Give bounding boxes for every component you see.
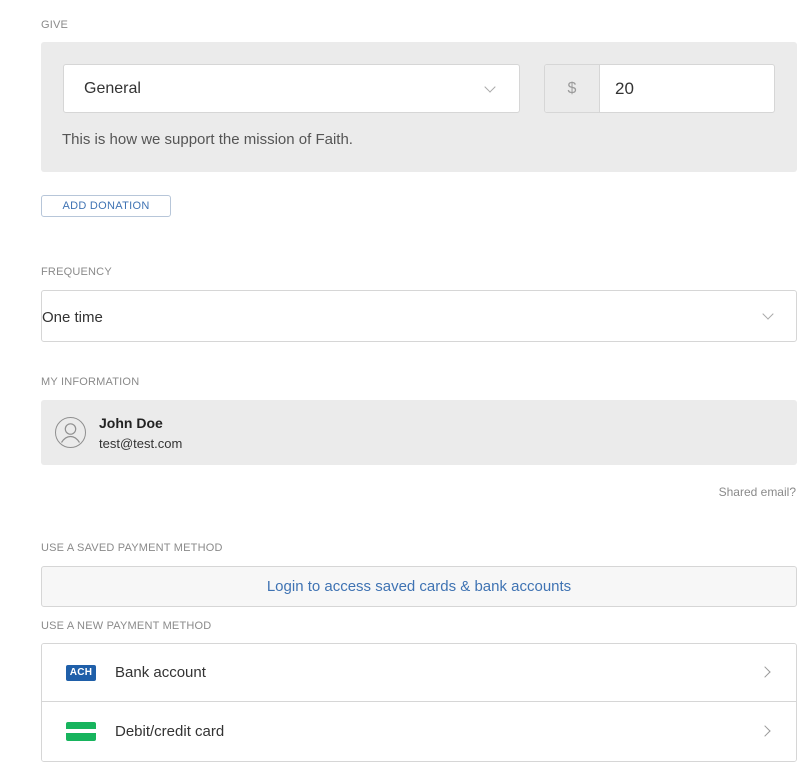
top-strip (0, 0, 811, 8)
frequency-select-value: One time (42, 309, 103, 326)
user-email: test@test.com (99, 436, 183, 451)
payment-method-label: Bank account (115, 664, 206, 681)
donation-form-page: GIVE General $ 20 This is how we support… (0, 0, 811, 764)
my-information-card: John Doe test@test.com (41, 400, 797, 465)
login-saved-payment-button[interactable]: Login to access saved cards & bank accou… (41, 566, 797, 607)
amount-input-group[interactable]: $ 20 (544, 64, 775, 113)
frequency-select[interactable]: One time (41, 290, 797, 342)
fund-select[interactable]: General (63, 64, 520, 113)
chevron-down-icon (762, 308, 774, 320)
payment-method-list: ACH Bank account Debit/credit card (41, 643, 797, 762)
payment-method-bank-account[interactable]: ACH Bank account (42, 644, 796, 702)
saved-payment-section-label: USE A SAVED PAYMENT METHOD (41, 542, 223, 554)
fund-description: This is how we support the mission of Fa… (62, 131, 353, 148)
chevron-right-icon (759, 725, 771, 737)
frequency-section-label: FREQUENCY (41, 266, 112, 278)
fund-select-value: General (84, 80, 141, 97)
give-section-label: GIVE (41, 19, 69, 31)
chevron-right-icon (759, 666, 771, 678)
credit-card-icon (66, 722, 96, 741)
payment-method-label: Debit/credit card (115, 723, 225, 740)
new-payment-section-label: USE A NEW PAYMENT METHOD (41, 620, 212, 632)
add-donation-button[interactable]: ADD DONATION (41, 195, 171, 217)
payment-method-debit-credit-card[interactable]: Debit/credit card (42, 703, 796, 761)
my-information-section-label: MY INFORMATION (41, 376, 140, 388)
chevron-down-icon (484, 81, 496, 93)
give-panel: General $ 20 This is how we support the … (41, 42, 797, 172)
user-avatar-icon (55, 417, 86, 448)
user-name: John Doe (99, 415, 163, 431)
ach-icon: ACH (66, 665, 96, 681)
shared-email-link[interactable]: Shared email? (719, 485, 796, 499)
amount-input[interactable]: 20 (615, 79, 634, 99)
currency-symbol: $ (545, 65, 600, 112)
